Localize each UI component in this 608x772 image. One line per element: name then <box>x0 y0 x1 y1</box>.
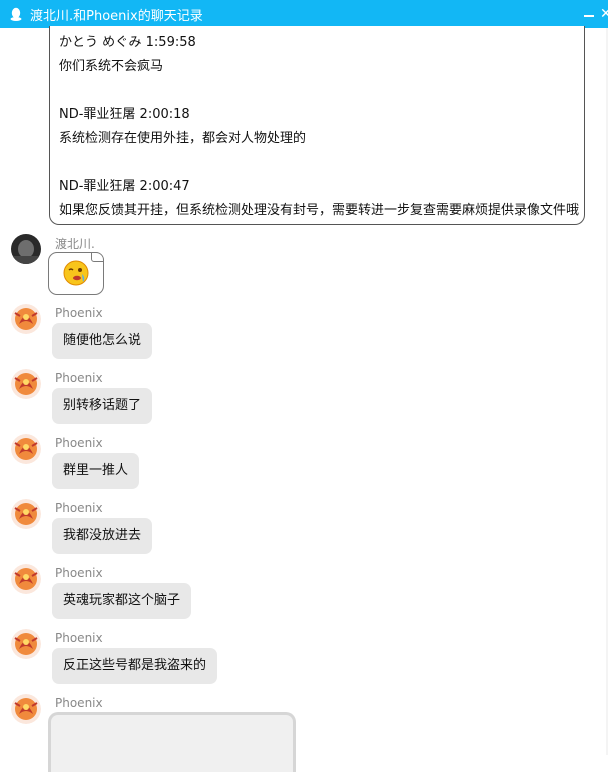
emoji-message[interactable] <box>48 252 104 295</box>
message-bubble[interactable]: 反正这些号都是我盗来的 <box>52 648 218 684</box>
avatar[interactable] <box>11 694 41 724</box>
wink-emoji-icon <box>63 260 89 286</box>
phoenix-avatar-icon <box>11 629 41 659</box>
quote-header: ND-罪业狂屠 2:00:47 <box>59 179 190 194</box>
close-button[interactable]: ✕ <box>600 7 608 21</box>
phoenix-avatar-icon <box>11 499 41 529</box>
sender-name: Phoenix <box>55 566 103 580</box>
message-bubble[interactable]: 群里一推人 <box>52 453 140 489</box>
title-bar: 渡北川.和Phoenix的聊天记录 ✕ <box>0 0 608 28</box>
sender-name: Phoenix <box>55 371 103 385</box>
phoenix-avatar-icon <box>11 694 41 724</box>
sender-name: Phoenix <box>55 306 103 320</box>
user-avatar-icon <box>11 234 41 264</box>
avatar[interactable] <box>11 564 41 594</box>
quote-header: かとう めぐみ 1:59:58 <box>59 35 196 50</box>
sender-name: Phoenix <box>55 501 103 515</box>
avatar[interactable] <box>11 234 41 264</box>
phoenix-avatar-icon <box>11 304 41 334</box>
qq-penguin-icon <box>10 7 22 21</box>
sender-name: Phoenix <box>55 696 103 710</box>
avatar[interactable] <box>11 629 41 659</box>
avatar[interactable] <box>11 499 41 529</box>
avatar[interactable] <box>11 434 41 464</box>
message-bubble[interactable]: 英魂玩家都这个脑子 <box>52 583 192 619</box>
avatar[interactable] <box>11 369 41 399</box>
avatar[interactable] <box>11 304 41 334</box>
phoenix-avatar-icon <box>11 434 41 464</box>
minimize-button[interactable] <box>584 15 594 17</box>
quote-text: 如果您反馈其开挂，但系统检测处理没有封号，需要转进一步复查需要麻烦提供录像文件哦 <box>59 203 580 218</box>
sender-name: 渡北川. <box>55 237 95 251</box>
quoted-message-block: かとう めぐみ 1:59:58 你们系统不会疯马 ND-罪业狂屠 2:00:18… <box>49 26 585 225</box>
message-bubble[interactable]: 别转移话题了 <box>52 388 153 424</box>
sender-name: Phoenix <box>55 436 103 450</box>
quote-header: ND-罪业狂屠 2:00:18 <box>59 107 190 122</box>
image-message[interactable] <box>48 712 296 772</box>
message-bubble[interactable]: 随便他怎么说 <box>52 323 153 359</box>
phoenix-avatar-icon <box>11 369 41 399</box>
phoenix-avatar-icon <box>11 564 41 594</box>
window-title: 渡北川.和Phoenix的聊天记录 <box>30 8 203 24</box>
sender-name: Phoenix <box>55 631 103 645</box>
message-bubble[interactable]: 我都没放进去 <box>52 518 153 554</box>
quote-text: 你们系统不会疯马 <box>59 59 164 74</box>
quote-text: 系统检测存在使用外挂，都会对人物处理的 <box>59 131 307 146</box>
